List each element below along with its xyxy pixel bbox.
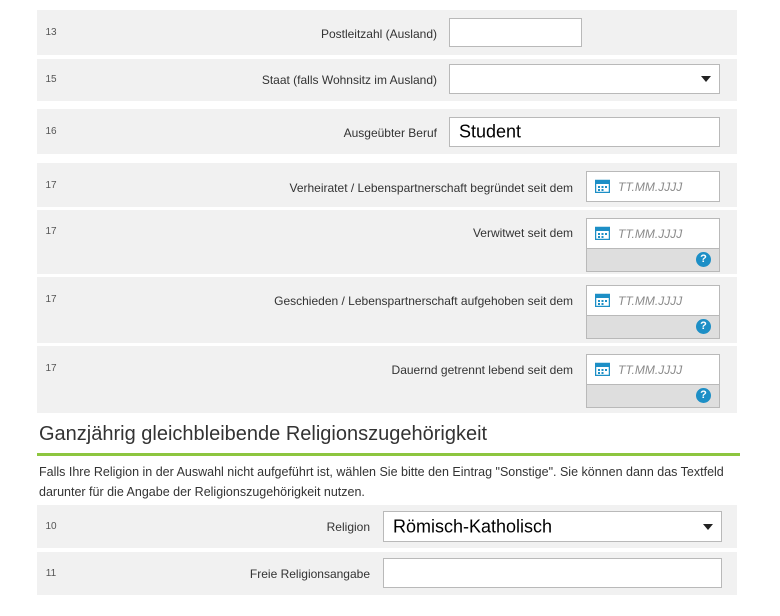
geschieden-label: Geschieden / Lebenspartnerschaft aufgeho… [274,294,573,308]
chevron-down-icon [703,523,713,530]
row-number: 17 [45,294,57,305]
religion-select[interactable]: Römisch-Katholisch [383,511,722,542]
verheiratet-label: Verheiratet / Lebenspartnerschaft begrün… [289,181,573,195]
form-row-religion: 10 Religion Römisch-Katholisch [37,505,737,548]
geschieden-date-input[interactable]: TT.MM.JJJJ [586,285,720,316]
form-row-verheiratet: 17 Verheiratet / Lebenspartnerschaft beg… [37,163,737,207]
date-help-bar: ? [586,249,720,272]
postleitzahl-input[interactable] [449,18,582,47]
religion-value: Römisch-Katholisch [393,516,553,536]
beruf-value: Student [459,121,522,142]
date-placeholder: TT.MM.JJJJ [618,227,683,241]
religion-label: Religion [326,520,370,534]
freie-religion-label: Freie Religionsangabe [249,567,370,581]
form-row-staat: 15 Staat (falls Wohnsitz im Ausland) [37,59,737,101]
help-icon[interactable]: ? [696,252,711,267]
form-row-postleitzahl: 13 Postleitzahl (Ausland) [37,10,737,55]
date-help-bar: ? [586,385,720,408]
row-number: 15 [45,74,57,85]
row-number: 11 [45,568,57,579]
form-row-freie-religion: 11 Freie Religionsangabe [37,552,737,595]
row-number: 10 [45,521,57,532]
religion-section-title: Ganzjährig gleichbleibende Religionszuge… [39,423,488,445]
row-number: 13 [45,27,57,38]
section-divider [37,453,740,456]
form-row-beruf: 16 Ausgeübter Beruf Student [37,109,737,154]
beruf-input[interactable]: Student [449,117,720,147]
row-number: 17 [45,180,57,191]
freie-religion-input[interactable] [383,558,722,588]
religion-section-description: Falls Ihre Religion in der Auswahl nicht… [39,465,724,499]
help-icon[interactable]: ? [696,388,711,403]
row-number: 17 [45,363,57,374]
row-number: 16 [45,126,57,137]
calendar-icon[interactable] [595,226,610,240]
postleitzahl-label: Postleitzahl (Ausland) [320,27,437,41]
chevron-down-icon [701,76,711,82]
staat-label: Staat (falls Wohnsitz im Ausland) [261,73,437,87]
getrennt-date-input[interactable]: TT.MM.JJJJ [586,354,720,385]
calendar-icon[interactable] [595,179,610,193]
calendar-icon[interactable] [595,293,610,307]
help-icon[interactable]: ? [696,319,711,334]
verwitwet-date-input[interactable]: TT.MM.JJJJ [586,218,720,249]
form-row-verwitwet: 17 Verwitwet seit dem TT.MM.JJJJ ? [37,210,737,274]
date-placeholder: TT.MM.JJJJ [618,363,683,377]
getrennt-label: Dauernd getrennt lebend seit dem [391,363,573,377]
date-placeholder: TT.MM.JJJJ [618,180,683,194]
date-help-bar: ? [586,316,720,339]
form-row-getrennt: 17 Dauernd getrennt lebend seit dem TT.M… [37,346,737,413]
form-row-geschieden: 17 Geschieden / Lebenspartnerschaft aufg… [37,277,737,343]
staat-select[interactable] [449,64,720,94]
verwitwet-label: Verwitwet seit dem [472,226,573,240]
date-placeholder: TT.MM.JJJJ [618,294,683,308]
calendar-icon[interactable] [595,362,610,376]
beruf-label: Ausgeübter Beruf [343,126,437,140]
verheiratet-date-input[interactable]: TT.MM.JJJJ [586,171,720,202]
row-number: 17 [45,226,57,237]
